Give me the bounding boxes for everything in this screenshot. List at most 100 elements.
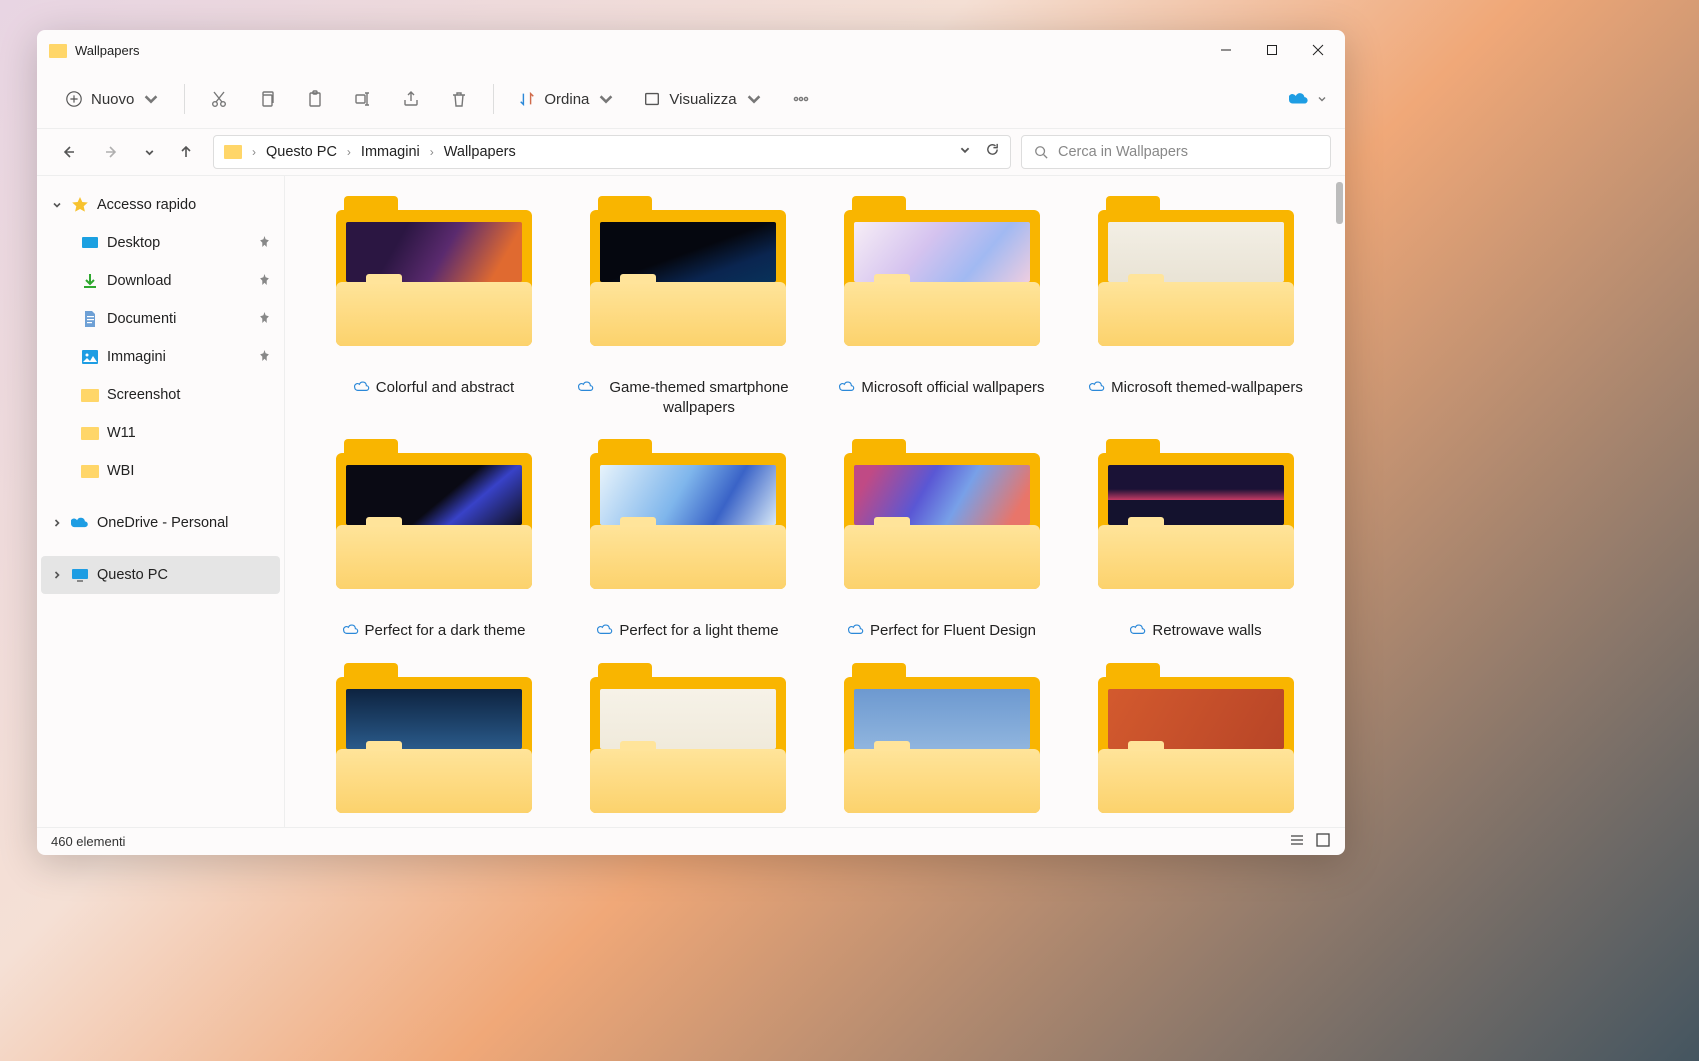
folder-label: Perfect for Fluent Design xyxy=(870,621,1036,643)
titlebar[interactable]: Wallpapers xyxy=(37,30,1345,70)
documents-icon xyxy=(81,310,99,328)
folder-icon xyxy=(336,196,532,346)
paste-icon[interactable] xyxy=(295,81,335,117)
sidebar-item-screenshot[interactable]: Screenshot xyxy=(41,376,280,414)
monitor-icon xyxy=(71,566,89,584)
new-button[interactable]: Nuovo xyxy=(55,81,170,117)
folder-item[interactable]: Perfect for a dark theme xyxy=(309,439,559,643)
up-button[interactable] xyxy=(169,135,203,169)
folder-label: Perfect for a light theme xyxy=(619,621,778,643)
status-bar: 460 elementi xyxy=(37,827,1345,855)
navigation-pane: Accesso rapido Desktop Download Document… xyxy=(37,176,285,827)
folder-icon xyxy=(844,439,1040,589)
sidebar-quick-access[interactable]: Accesso rapido xyxy=(41,186,280,224)
details-view-button[interactable] xyxy=(1289,832,1305,851)
pin-icon xyxy=(259,311,270,327)
recent-button[interactable] xyxy=(139,135,159,169)
star-icon xyxy=(71,196,89,214)
desktop-icon xyxy=(81,234,99,252)
toolbar: Nuovo Ordina Visualizza xyxy=(37,70,1345,128)
sidebar-item-download[interactable]: Download xyxy=(41,262,280,300)
sort-button[interactable]: Ordina xyxy=(508,81,625,117)
cut-icon[interactable] xyxy=(199,81,239,117)
folder-icon xyxy=(336,663,532,813)
folder-icon xyxy=(81,462,99,480)
cloud-status-icon xyxy=(1089,378,1105,400)
folder-icon xyxy=(844,196,1040,346)
cloud-icon xyxy=(71,514,89,532)
cloud-status-icon xyxy=(354,378,370,400)
folder-item[interactable] xyxy=(563,663,813,813)
folder-item[interactable]: Perfect for Fluent Design xyxy=(817,439,1067,643)
search-box[interactable]: Cerca in Wallpapers xyxy=(1021,135,1331,169)
copy-icon[interactable] xyxy=(247,81,287,117)
folder-icon xyxy=(590,663,786,813)
rename-icon[interactable] xyxy=(343,81,383,117)
new-label: Nuovo xyxy=(91,91,134,108)
folder-item[interactable]: Microsoft official wallpapers xyxy=(817,196,1067,419)
sidebar-this-pc[interactable]: Questo PC xyxy=(41,556,280,594)
folder-label: Game-themed smartphone wallpapers xyxy=(600,378,798,419)
crumb-current[interactable]: Wallpapers xyxy=(444,144,516,160)
refresh-button[interactable] xyxy=(985,142,1000,162)
cloud-status-icon xyxy=(848,621,864,643)
download-icon xyxy=(81,272,99,290)
item-count: 460 elementi xyxy=(51,834,125,849)
folder-icon xyxy=(1098,196,1294,346)
pictures-icon xyxy=(81,348,99,366)
pin-icon xyxy=(259,349,270,365)
pin-icon xyxy=(259,273,270,289)
file-explorer-window: Wallpapers Nuovo Ordina Visualizza xyxy=(37,30,1345,855)
folder-label: Retrowave walls xyxy=(1152,621,1261,643)
folder-label: Colorful and abstract xyxy=(376,378,514,400)
cloud-status-icon xyxy=(343,621,359,643)
folder-label: Microsoft official wallpapers xyxy=(861,378,1044,400)
folder-icon xyxy=(336,439,532,589)
sidebar-item-desktop[interactable]: Desktop xyxy=(41,224,280,262)
search-placeholder: Cerca in Wallpapers xyxy=(1058,144,1188,160)
folder-item[interactable] xyxy=(309,663,559,813)
thumbnails-view-button[interactable] xyxy=(1315,832,1331,851)
cloud-status-icon xyxy=(1130,621,1146,643)
minimize-button[interactable] xyxy=(1203,30,1249,70)
content-area[interactable]: Colorful and abstract Game-themed smartph… xyxy=(285,176,1345,827)
crumb-pictures[interactable]: Immagini xyxy=(361,144,420,160)
folder-icon xyxy=(1098,663,1294,813)
delete-icon[interactable] xyxy=(439,81,479,117)
folder-item[interactable] xyxy=(817,663,1067,813)
crumb-root[interactable]: Questo PC xyxy=(266,144,337,160)
folder-item[interactable]: Colorful and abstract xyxy=(309,196,559,419)
address-bar[interactable]: › Questo PC › Immagini › Wallpapers xyxy=(213,135,1011,169)
maximize-button[interactable] xyxy=(1249,30,1295,70)
forward-button[interactable] xyxy=(95,135,129,169)
folder-icon xyxy=(590,439,786,589)
history-dropdown[interactable] xyxy=(959,143,971,161)
folder-icon xyxy=(224,145,242,159)
folder-icon xyxy=(844,663,1040,813)
folder-item[interactable]: Microsoft themed-wallpapers xyxy=(1071,196,1321,419)
share-icon[interactable] xyxy=(391,81,431,117)
onedrive-indicator[interactable] xyxy=(1289,92,1327,106)
close-button[interactable] xyxy=(1295,30,1341,70)
pin-icon xyxy=(259,235,270,251)
sidebar-item-documents[interactable]: Documenti xyxy=(41,300,280,338)
folder-label: Perfect for a dark theme xyxy=(365,621,526,643)
more-icon[interactable] xyxy=(781,81,821,117)
cloud-status-icon xyxy=(597,621,613,643)
sidebar-item-pictures[interactable]: Immagini xyxy=(41,338,280,376)
back-button[interactable] xyxy=(51,135,85,169)
scrollbar-thumb[interactable] xyxy=(1336,182,1343,224)
view-button[interactable]: Visualizza xyxy=(633,81,772,117)
view-label: Visualizza xyxy=(669,91,736,108)
folder-item[interactable]: Perfect for a light theme xyxy=(563,439,813,643)
folder-item[interactable]: Game-themed smartphone wallpapers xyxy=(563,196,813,419)
sidebar-item-w11[interactable]: W11 xyxy=(41,414,280,452)
sort-label: Ordina xyxy=(544,91,589,108)
window-title: Wallpapers xyxy=(75,43,140,58)
sidebar-item-wbi[interactable]: WBI xyxy=(41,452,280,490)
sidebar-onedrive[interactable]: OneDrive - Personal xyxy=(41,504,280,542)
folder-item[interactable]: Retrowave walls xyxy=(1071,439,1321,643)
address-row: › Questo PC › Immagini › Wallpapers Cerc… xyxy=(37,128,1345,176)
folder-item[interactable] xyxy=(1071,663,1321,813)
folder-icon xyxy=(49,44,67,58)
